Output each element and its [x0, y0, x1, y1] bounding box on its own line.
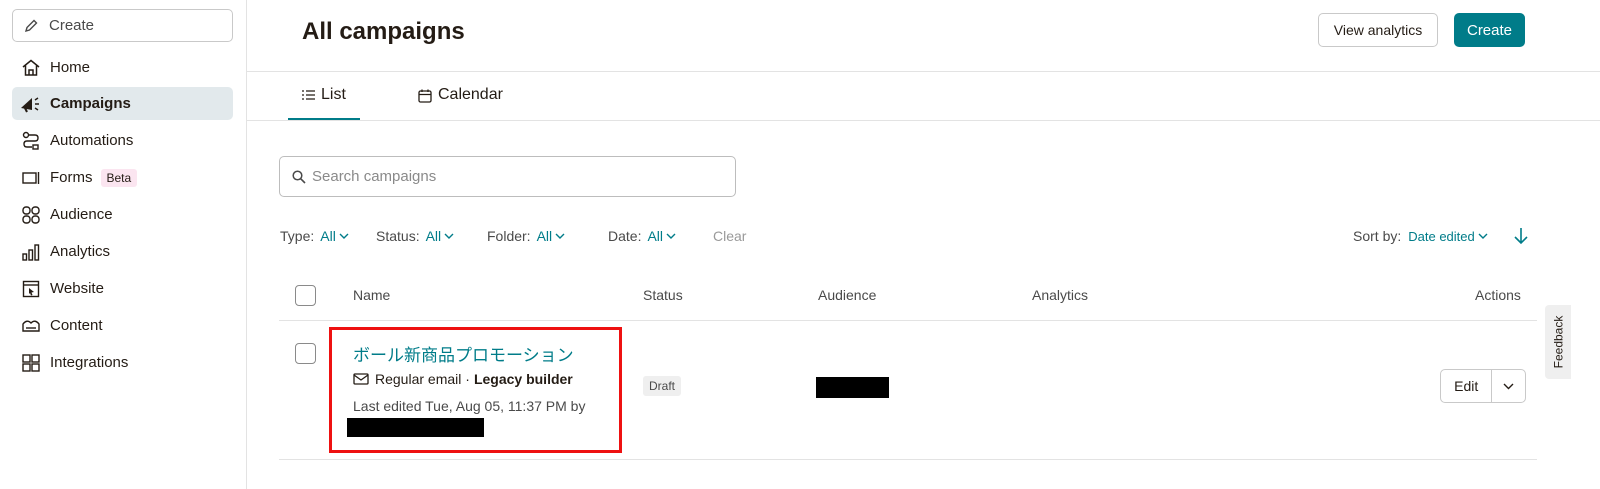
tab-calendar-label: Calendar [438, 86, 503, 103]
calendar-icon [418, 89, 432, 103]
filter-type-value: All [320, 228, 336, 244]
tab-list[interactable]: List [302, 86, 346, 120]
sort-control: Sort by: Date edited [1353, 228, 1488, 244]
highlight-box [329, 327, 622, 453]
beta-badge: Beta [100, 168, 138, 187]
audience-icon [20, 204, 42, 226]
sidebar-item-label: Website [50, 280, 104, 297]
sidebar-create-label: Create [49, 17, 95, 34]
select-all-checkbox[interactable] [295, 285, 316, 306]
chevron-down-icon [339, 233, 349, 239]
sidebar-item-label: Forms [50, 169, 93, 186]
home-icon [20, 57, 42, 79]
search-box [279, 156, 736, 197]
filter-status-value: All [425, 228, 442, 244]
sidebar-item-label: Analytics [50, 243, 111, 260]
filter-folder-label: Folder: [487, 228, 531, 244]
sidebar-item-label: Audience [50, 206, 113, 223]
sidebar-item-campaigns[interactable]: Campaigns [12, 87, 233, 120]
filter-folder-value: All [536, 228, 553, 244]
sidebar-item-label: Campaigns [50, 95, 131, 112]
sidebar-item-label: Automations [50, 132, 134, 149]
column-header-name: Name [353, 287, 391, 303]
sidebar-item-label: Integrations [50, 354, 129, 371]
clear-filters-button[interactable]: Clear [713, 228, 746, 244]
chevron-down-icon [1503, 383, 1514, 389]
row-divider [279, 459, 1537, 460]
chevron-down-icon [444, 233, 454, 239]
row-checkbox[interactable] [295, 343, 316, 364]
filter-type[interactable]: Type: All [280, 228, 349, 244]
chevron-down-icon [1478, 233, 1488, 239]
tab-list-label: List [321, 86, 346, 103]
sort-value[interactable]: Date edited [1408, 229, 1475, 244]
filter-status-label: Status: [376, 228, 420, 244]
filter-type-label: Type: [280, 228, 315, 244]
feedback-tab[interactable]: Feedback [1545, 305, 1571, 379]
edit-button[interactable]: Edit [1441, 370, 1493, 402]
filter-status[interactable]: Status: All [376, 228, 454, 244]
sidebar-item-forms[interactable]: Forms Beta [12, 161, 233, 194]
list-icon [302, 90, 315, 100]
redacted-audience [816, 377, 889, 398]
sidebar-item-website[interactable]: Website [12, 272, 233, 305]
sort-direction-button[interactable] [1513, 227, 1529, 250]
row-divider [279, 320, 1537, 321]
sort-label: Sort by: [1353, 228, 1402, 244]
analytics-icon [20, 241, 42, 263]
automations-icon [20, 130, 42, 152]
column-header-audience: Audience [818, 287, 877, 303]
create-campaign-button[interactable]: Create [1454, 13, 1525, 47]
website-icon [20, 278, 42, 300]
view-analytics-button[interactable]: View analytics [1318, 13, 1438, 47]
sidebar-item-integrations[interactable]: Integrations [12, 346, 233, 379]
search-icon [292, 169, 306, 184]
tabs-divider [247, 120, 1600, 121]
filter-date[interactable]: Date: All [608, 228, 676, 244]
sidebar-item-content[interactable]: Content [12, 309, 233, 342]
tab-calendar[interactable]: Calendar [418, 86, 503, 120]
status-badge: Draft [643, 376, 682, 396]
integrations-icon [20, 352, 42, 374]
search-input[interactable] [312, 168, 712, 185]
filter-date-label: Date: [608, 228, 642, 244]
content-icon [20, 315, 42, 337]
chevron-down-icon [666, 233, 676, 239]
arrow-down-icon [1514, 228, 1528, 245]
column-header-actions: Actions [1475, 287, 1521, 303]
sidebar-item-label: Content [50, 317, 103, 334]
feedback-label: Feedback [1551, 315, 1566, 369]
page-title: All campaigns [302, 18, 465, 45]
sidebar-item-home[interactable]: Home [12, 51, 233, 84]
sidebar-item-audience[interactable]: Audience [12, 198, 233, 231]
column-header-status: Status [643, 287, 683, 303]
sidebar-item-label: Home [50, 59, 91, 76]
sidebar-create-button[interactable]: Create [12, 9, 233, 42]
sidebar-item-analytics[interactable]: Analytics [12, 235, 233, 268]
column-header-analytics: Analytics [1032, 287, 1089, 303]
forms-icon [20, 167, 42, 189]
pencil-icon [24, 19, 38, 32]
chevron-down-icon [555, 233, 565, 239]
sidebar: Create Home Campaigns Automations Forms … [0, 0, 247, 489]
edit-button-group: Edit [1440, 369, 1526, 403]
sidebar-item-automations[interactable]: Automations [12, 124, 233, 157]
megaphone-icon [20, 93, 42, 115]
filter-date-value: All [647, 228, 664, 244]
filter-folder[interactable]: Folder: All [487, 228, 565, 244]
edit-options-button[interactable] [1492, 370, 1525, 402]
header-divider [247, 71, 1600, 72]
